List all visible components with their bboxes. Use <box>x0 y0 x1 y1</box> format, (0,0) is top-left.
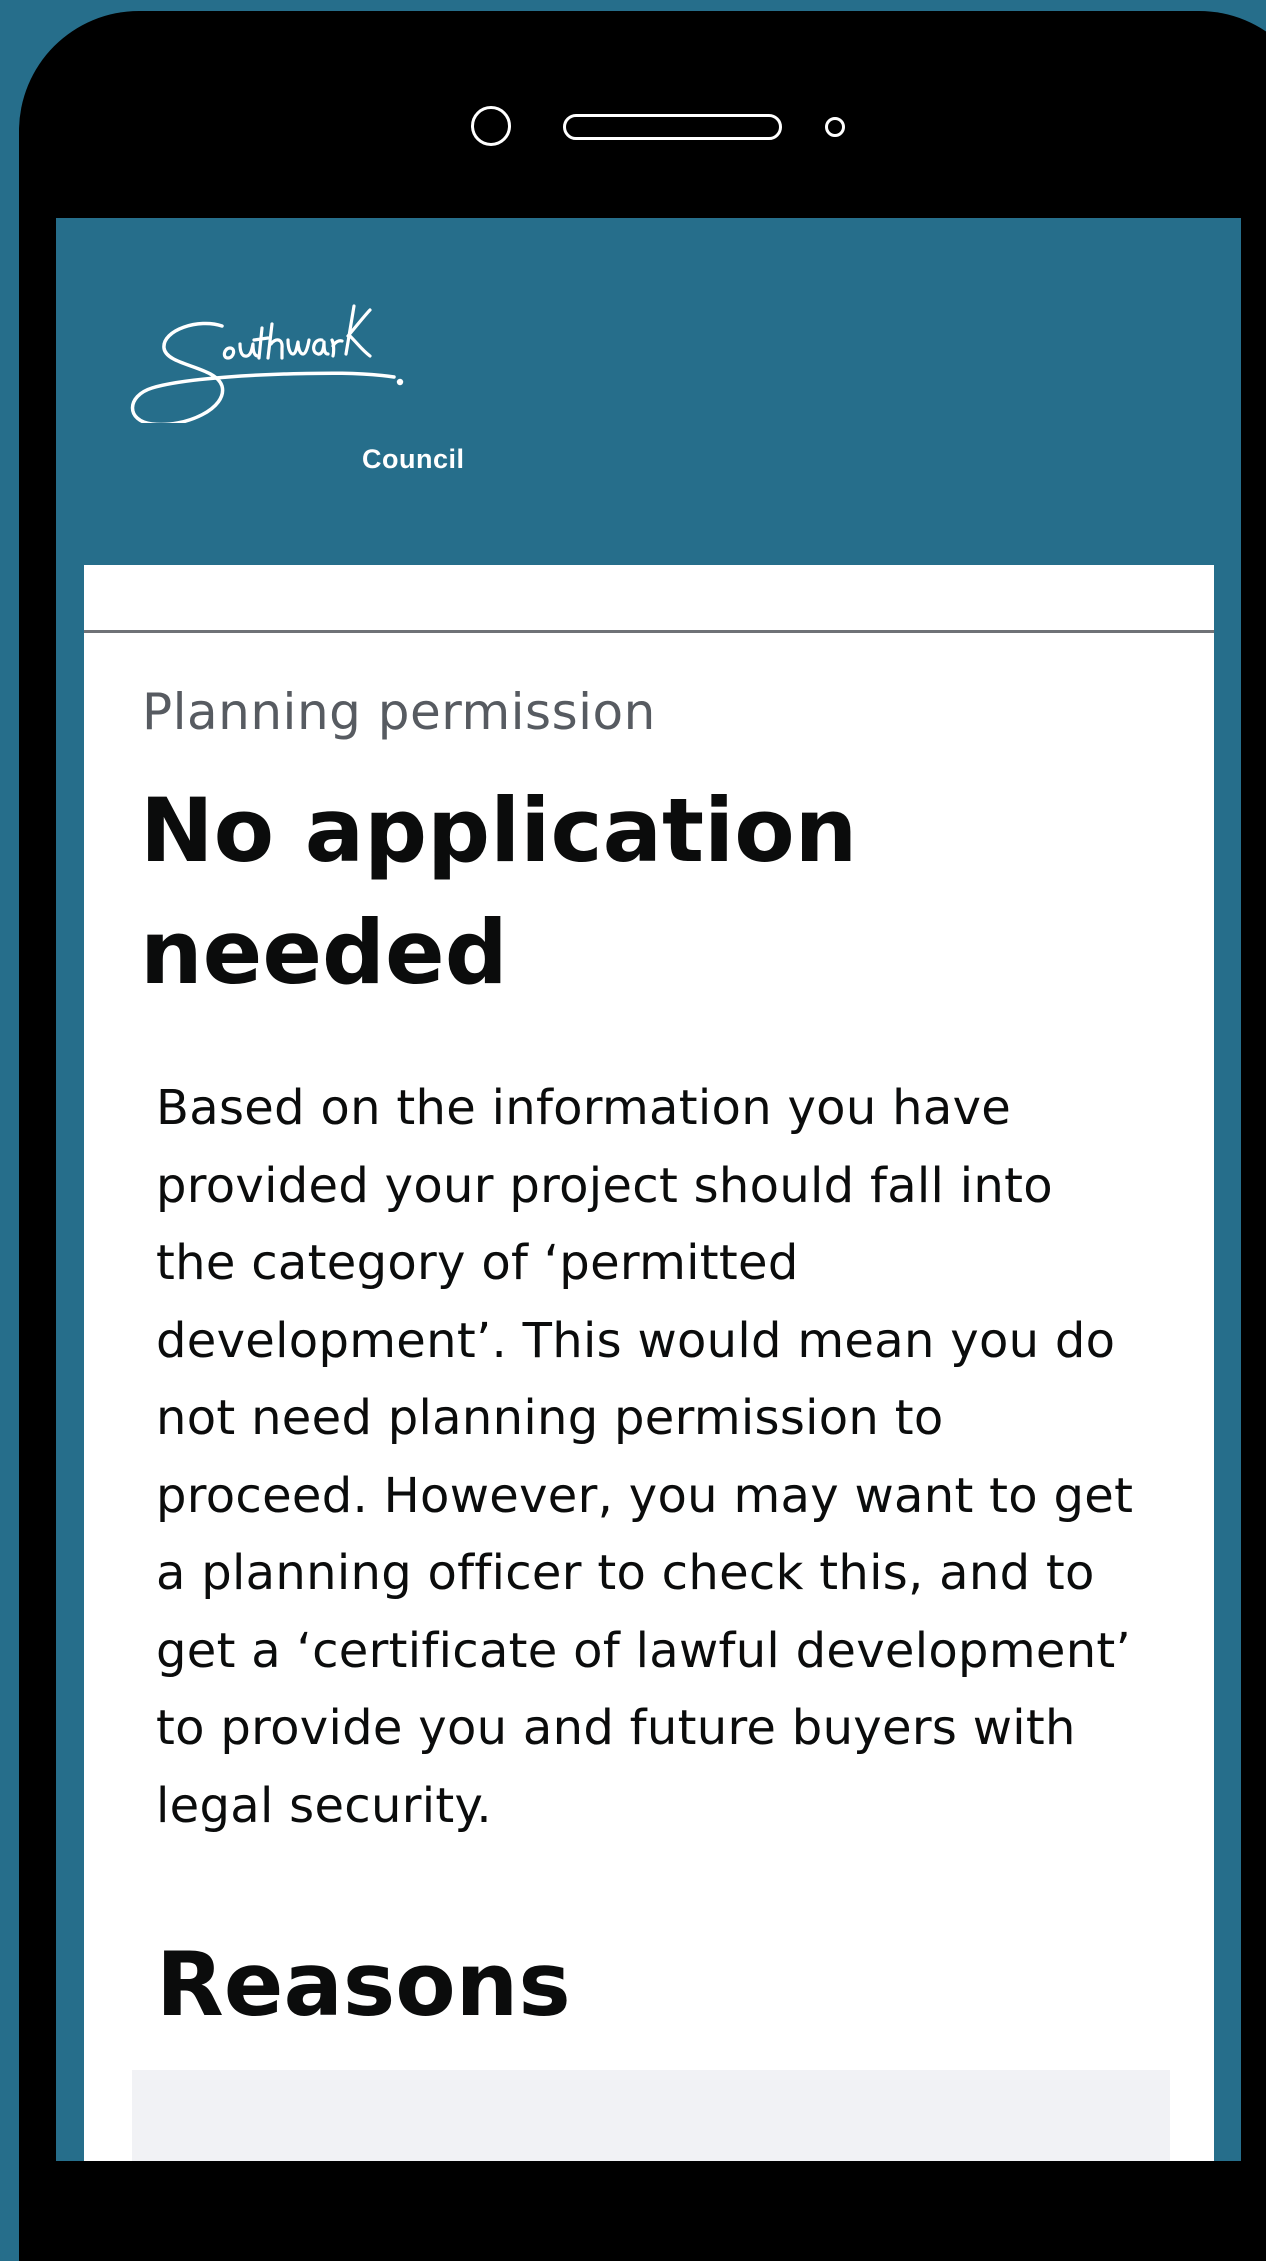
app-screen: Council Planning permission No applicati… <box>56 218 1241 2161</box>
result-description: Based on the information you have provid… <box>156 1080 1134 1834</box>
proximity-sensor-icon <box>825 117 845 137</box>
southwark-script-icon <box>130 304 404 427</box>
card-header-bar <box>84 565 1214 633</box>
logo-council-text: Council <box>362 444 465 474</box>
front-camera-icon <box>471 106 511 146</box>
speaker-icon <box>563 114 782 140</box>
page-title: No application needed <box>140 779 858 1004</box>
southwark-council-logo[interactable]: Council <box>104 278 464 474</box>
reasons-heading: Reasons <box>156 1933 571 2036</box>
reasons-panel <box>132 2070 1170 2161</box>
result-card: Planning permission No application neede… <box>84 565 1214 2161</box>
service-caption: Planning permission <box>142 683 656 741</box>
